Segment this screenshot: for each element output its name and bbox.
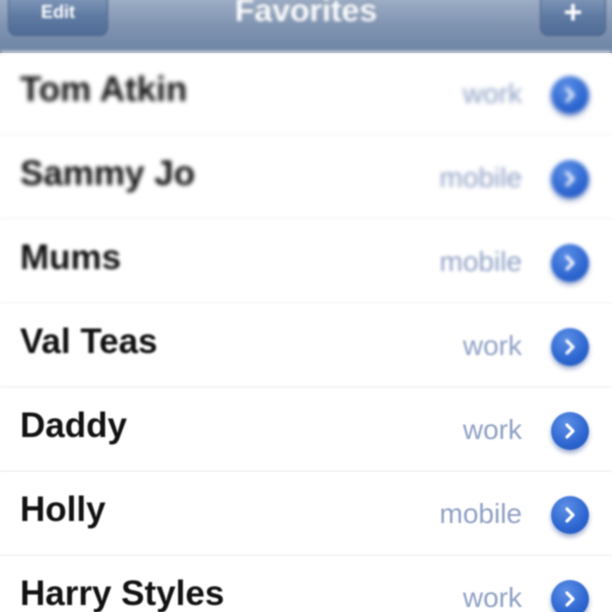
contact-name: Sammy Jo bbox=[20, 154, 196, 193]
list-item[interactable]: Mums mobile bbox=[0, 220, 612, 304]
phone-type-label: work bbox=[462, 78, 522, 109]
edit-button[interactable]: Edit bbox=[8, 0, 108, 36]
chevron-right-circle-icon[interactable] bbox=[551, 76, 589, 114]
list-item[interactable]: Tom Atkin work bbox=[0, 52, 612, 136]
phone-type-label: mobile bbox=[439, 246, 522, 277]
list-item[interactable]: Daddy work bbox=[0, 388, 612, 472]
contact-name: Tom Atkin bbox=[20, 70, 188, 109]
phone-type-label: work bbox=[462, 582, 522, 612]
chevron-right-circle-icon[interactable] bbox=[551, 244, 589, 282]
favorites-screen: Edit Favorites + Tom Atkin work Sammy Jo… bbox=[0, 0, 612, 612]
favorites-list: Tom Atkin work Sammy Jo mobile Mums mobi… bbox=[0, 52, 612, 612]
phone-type-label: mobile bbox=[439, 498, 522, 529]
contact-name: Harry Styles bbox=[20, 574, 225, 612]
list-item[interactable]: Holly mobile bbox=[0, 472, 612, 556]
phone-type-label: work bbox=[462, 414, 522, 445]
navigation-bar: Edit Favorites + bbox=[0, 0, 612, 53]
list-item[interactable]: Sammy Jo mobile bbox=[0, 136, 612, 220]
chevron-right-circle-icon[interactable] bbox=[551, 496, 589, 534]
add-favorite-button[interactable]: + bbox=[540, 0, 606, 36]
list-item[interactable]: Val Teas work bbox=[0, 304, 612, 388]
contact-name: Mums bbox=[20, 238, 122, 277]
phone-type-label: work bbox=[462, 330, 522, 361]
chevron-right-circle-icon[interactable] bbox=[551, 580, 589, 612]
contact-name: Daddy bbox=[20, 406, 127, 445]
chevron-right-circle-icon[interactable] bbox=[551, 328, 589, 366]
contact-name: Holly bbox=[20, 490, 106, 529]
chevron-right-circle-icon[interactable] bbox=[551, 160, 589, 198]
contact-name: Val Teas bbox=[20, 322, 158, 361]
list-item[interactable]: Harry Styles work bbox=[0, 556, 612, 612]
page-title: Favorites bbox=[234, 0, 378, 28]
phone-type-label: mobile bbox=[439, 162, 522, 193]
chevron-right-circle-icon[interactable] bbox=[551, 412, 589, 450]
